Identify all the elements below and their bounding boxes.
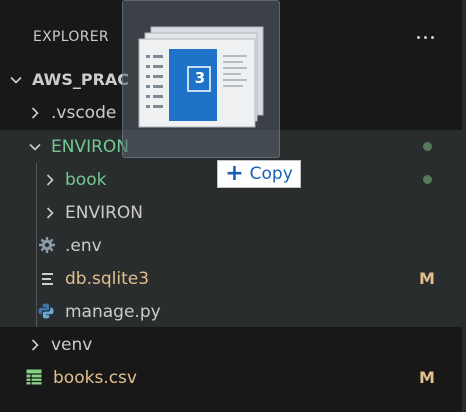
explorer-pane: EXPLORER AWS_PRAC .vscode ENVIRON book E…: [0, 0, 462, 412]
tree-item-label: books.csv: [53, 367, 137, 388]
chevron-right-icon: [28, 106, 42, 120]
tree-root-label: AWS_PRAC: [32, 70, 130, 89]
ellipsis-icon[interactable]: [410, 24, 440, 50]
copy-label: Copy: [249, 164, 293, 184]
tree-item-db-sqlite3[interactable]: db.sqlite3 M: [0, 262, 462, 295]
chevron-right-icon: [43, 173, 57, 187]
chevron-right-icon: [43, 206, 57, 220]
git-modified-badge: M: [419, 368, 435, 387]
git-status-dot: [423, 142, 432, 151]
chevron-down-icon: [28, 140, 42, 154]
tree-item-label: manage.py: [65, 301, 161, 322]
drag-preview: 3: [122, 0, 280, 158]
explorer-title: EXPLORER: [33, 29, 109, 45]
tree-item-env[interactable]: .env: [0, 229, 462, 262]
tree-item-label: ENVIRON: [51, 136, 130, 157]
csv-table-icon: [25, 368, 43, 386]
git-status-dot: [423, 175, 432, 184]
tree-item-label: .vscode: [51, 102, 117, 123]
tree-item-venv[interactable]: venv: [0, 328, 462, 361]
plus-icon: +: [225, 161, 244, 186]
chevron-right-icon: [28, 338, 42, 352]
tree-item-environ-nested[interactable]: ENVIRON: [0, 196, 462, 229]
tree-item-label: .env: [65, 235, 102, 256]
python-icon: [37, 302, 55, 320]
drag-count-badge: 3: [194, 69, 206, 87]
tree-item-label: venv: [51, 334, 93, 355]
chevron-down-icon: [9, 73, 23, 87]
tree-item-books-csv[interactable]: books.csv M: [0, 361, 462, 394]
git-modified-badge: M: [419, 269, 435, 288]
lines-icon: [40, 270, 58, 288]
tree-item-label: db.sqlite3: [65, 268, 150, 289]
tree-item-manage-py[interactable]: manage.py: [0, 295, 462, 328]
gear-icon: [38, 236, 56, 254]
tree-item-label: ENVIRON: [65, 202, 144, 223]
pane-edge: [462, 0, 466, 412]
copy-drop-indicator: + Copy: [217, 160, 301, 188]
tree-item-label: book: [65, 169, 107, 190]
